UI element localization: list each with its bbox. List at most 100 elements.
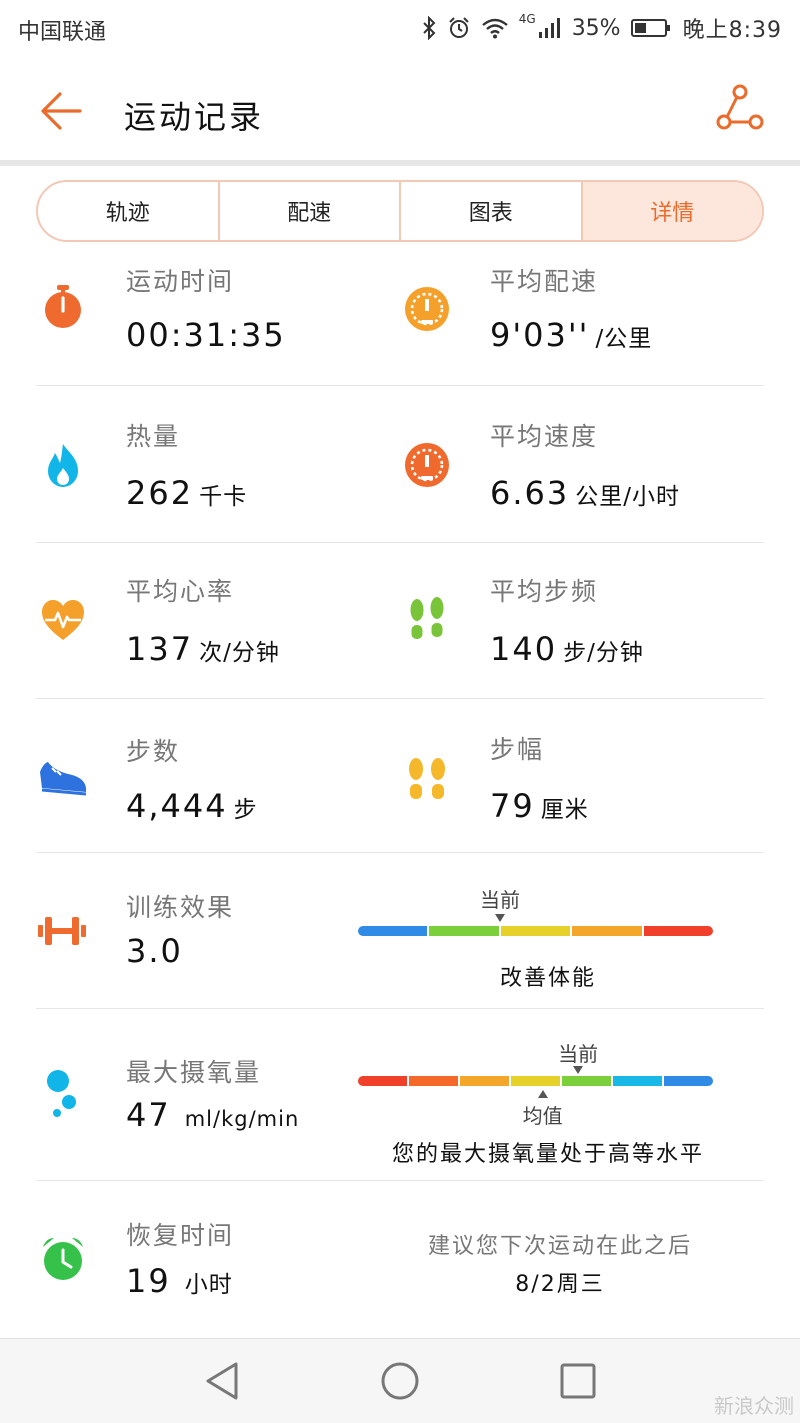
training-effect-current-marker — [495, 914, 505, 922]
recovery-unit: 小时 — [184, 1272, 233, 1298]
training-effect-description: 改善体能 — [499, 966, 596, 991]
flame-icon — [48, 444, 78, 487]
avg-pace-unit: /公里 — [595, 326, 653, 352]
training-effect-scale: 当前 — [358, 884, 714, 954]
vo2max-current-marker — [573, 1066, 584, 1074]
dumbbell-icon — [38, 917, 86, 945]
cadence-unit: 步/分钟 — [563, 640, 644, 666]
vo2max-average-label: 均值 — [522, 1104, 563, 1128]
battery-icon — [630, 19, 670, 37]
calories-label: 热量 — [126, 422, 181, 451]
vo2max-value: 47 ml/kg/min — [126, 1096, 300, 1134]
share-icon[interactable] — [714, 84, 766, 136]
vo2max-scale-segment — [511, 1076, 560, 1086]
vo2max-scale-segment — [358, 1076, 407, 1086]
avg-speed-unit: 公里/小时 — [575, 484, 680, 510]
vo2max-scale-segment — [562, 1076, 611, 1086]
header-divider — [0, 160, 800, 166]
app-header: 运动记录 — [0, 56, 800, 160]
carrier-name: 中国联通 — [18, 20, 107, 45]
steps-value: 4,444 步 — [126, 787, 258, 825]
tab-track[interactable]: 轨迹 — [38, 182, 220, 240]
avg-speed-value: 6.63 公里/小时 — [490, 474, 680, 512]
vo2max-scale-segment — [664, 1076, 713, 1086]
stride-footprints-icon — [409, 758, 445, 799]
training-effect-current-label: 当前 — [480, 888, 520, 912]
avg-pace-label: 平均配速 — [490, 267, 599, 296]
vo2max-unit: ml/kg/min — [184, 1107, 300, 1131]
vo2max-scale: 当前 均值 — [358, 1038, 713, 1132]
vo2max-bar — [358, 1076, 713, 1086]
stopwatch-icon — [45, 285, 81, 328]
heart-rate-value: 137 次/分钟 — [126, 630, 280, 668]
vo2max-scale-segment — [409, 1076, 458, 1086]
footprints-icon — [410, 597, 444, 639]
alarm-clock-icon — [43, 1238, 83, 1280]
steps-unit: 步 — [233, 797, 258, 823]
watermark-text: 新浪众测 — [714, 1394, 794, 1418]
vo2max-label: 最大摄氧量 — [126, 1058, 262, 1087]
shoe-icon — [40, 762, 87, 796]
training-effect-bar — [358, 926, 714, 936]
vo2max-average-marker — [537, 1090, 548, 1098]
speedometer-icon — [405, 443, 449, 487]
heart-rate-icon — [42, 600, 84, 640]
row-divider — [36, 385, 764, 386]
status-icons: 4G 35% 晚上8:39 — [421, 12, 782, 44]
tab-chart[interactable]: 图表 — [401, 182, 583, 240]
signal-icon — [538, 18, 560, 38]
calories-unit: 千卡 — [199, 484, 248, 510]
tab-pace[interactable]: 配速 — [220, 182, 401, 240]
nav-back-icon[interactable] — [204, 1361, 240, 1401]
tab-bar: 轨迹 配速 图表 详情 — [36, 180, 764, 242]
heart-rate-label: 平均心率 — [126, 577, 235, 606]
duration-label: 运动时间 — [126, 267, 235, 296]
system-nav-bar — [0, 1338, 800, 1423]
vo2max-current-label: 当前 — [558, 1042, 599, 1066]
status-bar: 中国联通 4G 35% 晚上8:39 — [0, 0, 800, 56]
duration-value: 00:31:35 — [126, 316, 286, 354]
recovery-value: 19 小时 — [126, 1262, 233, 1300]
row-divider — [36, 542, 764, 543]
vo2max-scale-segment — [460, 1076, 509, 1086]
recovery-label: 恢复时间 — [126, 1221, 235, 1250]
back-arrow-icon[interactable] — [36, 86, 86, 136]
oxygen-bubbles-icon — [47, 1070, 76, 1117]
bluetooth-icon — [423, 16, 436, 40]
tab-details[interactable]: 详情 — [582, 182, 762, 240]
vo2max-description: 您的最大摄氧量处于高等水平 — [391, 1142, 704, 1167]
battery-percent: 35% — [571, 15, 621, 41]
stride-label: 步幅 — [490, 735, 545, 764]
training-effect-label: 训练效果 — [126, 893, 235, 922]
recovery-advice: 建议您下次运动在此之后 — [427, 1234, 692, 1259]
alarm-icon — [449, 17, 469, 38]
avg-speed-label: 平均速度 — [490, 422, 599, 451]
training-effect-scale-segment — [358, 926, 428, 936]
training-effect-scale-segment — [572, 926, 642, 936]
training-effect-scale-segment — [643, 926, 714, 936]
row-divider — [36, 1180, 764, 1181]
row-divider — [36, 1008, 764, 1009]
avg-pace-value: 9'03''/公里 — [490, 316, 653, 354]
training-effect-value: 3.0 — [126, 932, 183, 970]
steps-label: 步数 — [126, 737, 181, 766]
pace-gauge-icon — [405, 287, 449, 331]
calories-value: 262 千卡 — [126, 474, 248, 512]
network-type: 4G — [518, 12, 536, 26]
stride-unit: 厘米 — [540, 797, 589, 823]
recovery-date: 8/2周三 — [515, 1272, 605, 1297]
cadence-value: 140 步/分钟 — [490, 630, 644, 668]
heart-rate-unit: 次/分钟 — [199, 640, 280, 666]
clock-time: 晚上8:39 — [682, 18, 782, 43]
training-effect-scale-segment — [500, 926, 571, 936]
page-title: 运动记录 — [124, 98, 265, 136]
wifi-icon — [481, 18, 508, 39]
nav-recents-icon[interactable] — [560, 1363, 596, 1399]
training-effect-scale-segment — [429, 926, 499, 936]
row-divider — [36, 698, 764, 699]
stride-value: 79 厘米 — [490, 787, 589, 825]
nav-home-icon[interactable] — [380, 1361, 420, 1401]
cadence-label: 平均步频 — [490, 577, 599, 606]
vo2max-scale-segment — [613, 1076, 662, 1086]
row-divider — [36, 852, 764, 853]
